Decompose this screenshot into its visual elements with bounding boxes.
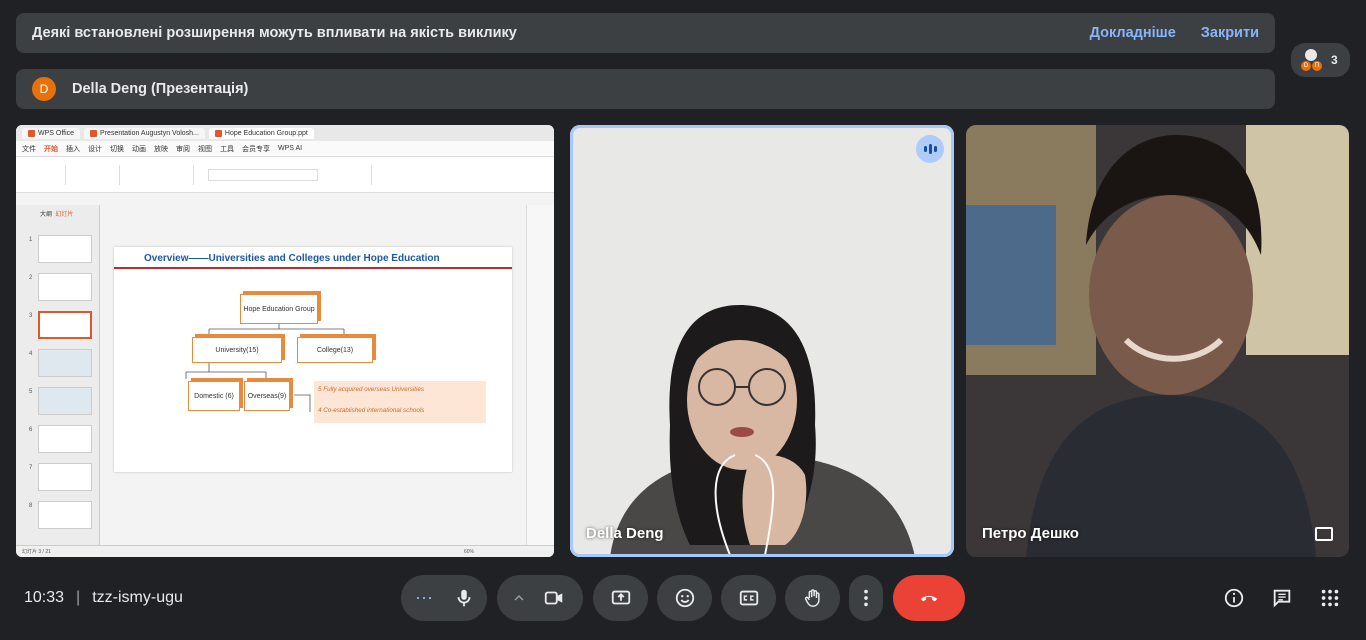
- mic-group: ⋯: [401, 575, 487, 621]
- participant-tile-della[interactable]: Della Deng: [570, 125, 954, 557]
- captions-button[interactable]: [721, 575, 776, 621]
- slide-number: 3: [29, 313, 33, 319]
- apps-grid-icon: [1321, 589, 1339, 607]
- slide-thumbnail: [38, 501, 92, 529]
- participant-video: [570, 125, 954, 557]
- learn-more-link[interactable]: Докладніше: [1090, 25, 1176, 41]
- camera-group: [497, 575, 583, 621]
- slide-number: 7: [29, 465, 33, 471]
- meeting-info: 10:33 | tzz-ismy-ugu: [24, 589, 183, 607]
- slide-thumbnail: [38, 387, 92, 415]
- participant-tile-petro[interactable]: Петро Дешко: [966, 125, 1349, 557]
- participants-count-value: 3: [1331, 53, 1338, 67]
- microphone-icon[interactable]: [453, 587, 475, 609]
- org-node-college: College(13): [297, 337, 373, 363]
- slide-thumbnail: [38, 273, 92, 301]
- menu-item: 放映: [154, 145, 168, 153]
- end-call-button[interactable]: [893, 575, 965, 621]
- captions-icon: [739, 590, 758, 606]
- slide-number: 5: [29, 389, 33, 395]
- chat-icon: [1273, 589, 1291, 608]
- menu-item: 会员专享: [242, 145, 270, 153]
- presentation-header: D Della Deng (Презентація): [16, 69, 1275, 109]
- menu-item: 切换: [110, 145, 124, 153]
- wps-tab: WPS Office: [22, 127, 81, 139]
- org-node-overseas: Overseas(9): [244, 381, 290, 411]
- menu-item: 设计: [88, 145, 102, 153]
- more-vert-icon: [864, 589, 868, 607]
- org-node-domestic: Domestic (6): [188, 381, 240, 411]
- participant-name: Петро Дешко: [982, 525, 1079, 542]
- menu-item: 视图: [198, 145, 212, 153]
- org-node-root: Hope Education Group: [240, 294, 318, 324]
- slide-number: 2: [29, 275, 33, 281]
- separator: |: [76, 589, 81, 606]
- hang-up-icon: [920, 595, 938, 602]
- wps-tab: Presentation Augustyn Volosh...: [84, 127, 205, 139]
- call-controls-bar: 10:33 | tzz-ismy-ugu ⋯: [0, 572, 1366, 624]
- more-options-button[interactable]: [849, 575, 883, 621]
- emoji-icon: [675, 588, 694, 608]
- participant-name: Della Deng: [586, 525, 664, 542]
- chat-button[interactable]: [1269, 585, 1295, 611]
- close-banner-button[interactable]: Закрити: [1201, 25, 1259, 41]
- zoom-level: 60%: [463, 548, 474, 555]
- slide-number: 1: [29, 237, 33, 243]
- reactions-button[interactable]: [657, 575, 712, 621]
- wps-menu-bar: 文件 开始 插入 设计 切换 动画 放映 审阅 视图 工具 会员专享 WPS A…: [16, 141, 554, 157]
- slide-number: 4: [29, 351, 33, 357]
- hand-icon: [804, 589, 820, 607]
- audio-more-icon[interactable]: ⋯: [415, 588, 433, 609]
- org-node-university: University(15): [192, 337, 282, 363]
- slide-thumbnail: [38, 425, 92, 453]
- info-icon: [1224, 588, 1244, 608]
- menu-item: 动画: [132, 145, 146, 153]
- wps-tab-active: Hope Education Group.ppt: [208, 127, 314, 139]
- overseas-note: 5 Fully acquired overseas Universities 4…: [314, 381, 486, 423]
- meeting-code: tzz-ismy-ugu: [92, 589, 183, 606]
- menu-item-active: 开始: [44, 145, 58, 153]
- note-line-2: 4 Co-established international schools: [318, 407, 425, 414]
- menu-item: 审阅: [176, 145, 190, 153]
- speaking-indicator-icon: [916, 135, 944, 163]
- wps-status-bar: 幻灯片 3 / 21 60%: [16, 545, 554, 557]
- note-line-1: 5 Fully acquired overseas Universities: [318, 386, 425, 393]
- menu-item: WPS AI: [278, 145, 303, 152]
- slide-thumbnail-selected: [38, 311, 92, 339]
- participant-avatar-d: D: [1301, 61, 1311, 71]
- participant-video: [966, 125, 1349, 557]
- presentation-title: Della Deng (Презентація): [72, 81, 249, 97]
- wps-right-toolbar: [526, 205, 554, 545]
- menu-item: 文件: [22, 145, 36, 153]
- participant-avatar-p: П: [1312, 61, 1322, 71]
- activities-button[interactable]: [1317, 585, 1343, 611]
- chevron-up-icon[interactable]: [511, 587, 527, 609]
- slide-thumbnail: [38, 349, 92, 377]
- present-screen-icon: [611, 590, 630, 605]
- present-screen-button[interactable]: [593, 575, 648, 621]
- menu-item: 插入: [66, 145, 80, 153]
- meeting-details-button[interactable]: [1221, 585, 1247, 611]
- presenter-avatar: D: [32, 77, 56, 101]
- menu-item: 工具: [220, 145, 234, 153]
- slide-counter: 幻灯片 3 / 21: [22, 549, 51, 555]
- wps-ribbon: [16, 157, 554, 193]
- wps-tab-bar: WPS Office Presentation Augustyn Volosh.…: [16, 125, 554, 141]
- slide-thumbnail-panel: 大纲 幻灯片 1 2 3 4 5 6 7 8: [16, 205, 100, 545]
- participants-count[interactable]: D П 3: [1291, 43, 1350, 77]
- shared-screen: WPS Office Presentation Augustyn Volosh.…: [16, 125, 554, 557]
- slide-number: 6: [29, 427, 33, 433]
- raise-hand-button[interactable]: [785, 575, 840, 621]
- participant-avatar-icon: [1305, 49, 1317, 61]
- slide-number: 8: [29, 503, 33, 509]
- side-tabs: 大纲 幻灯片: [40, 212, 74, 218]
- camera-icon[interactable]: [543, 587, 565, 609]
- current-slide: Overview——Universities and Colleges unde…: [114, 247, 512, 472]
- slide-thumbnail: [38, 463, 92, 491]
- banner-message: Деякі встановлені розширення можуть впли…: [32, 25, 517, 41]
- slide-thumbnail: [38, 235, 92, 263]
- extension-warning-banner: Деякі встановлені розширення можуть впли…: [16, 13, 1275, 53]
- current-time: 10:33: [24, 589, 65, 606]
- fullscreen-icon[interactable]: [1315, 527, 1333, 541]
